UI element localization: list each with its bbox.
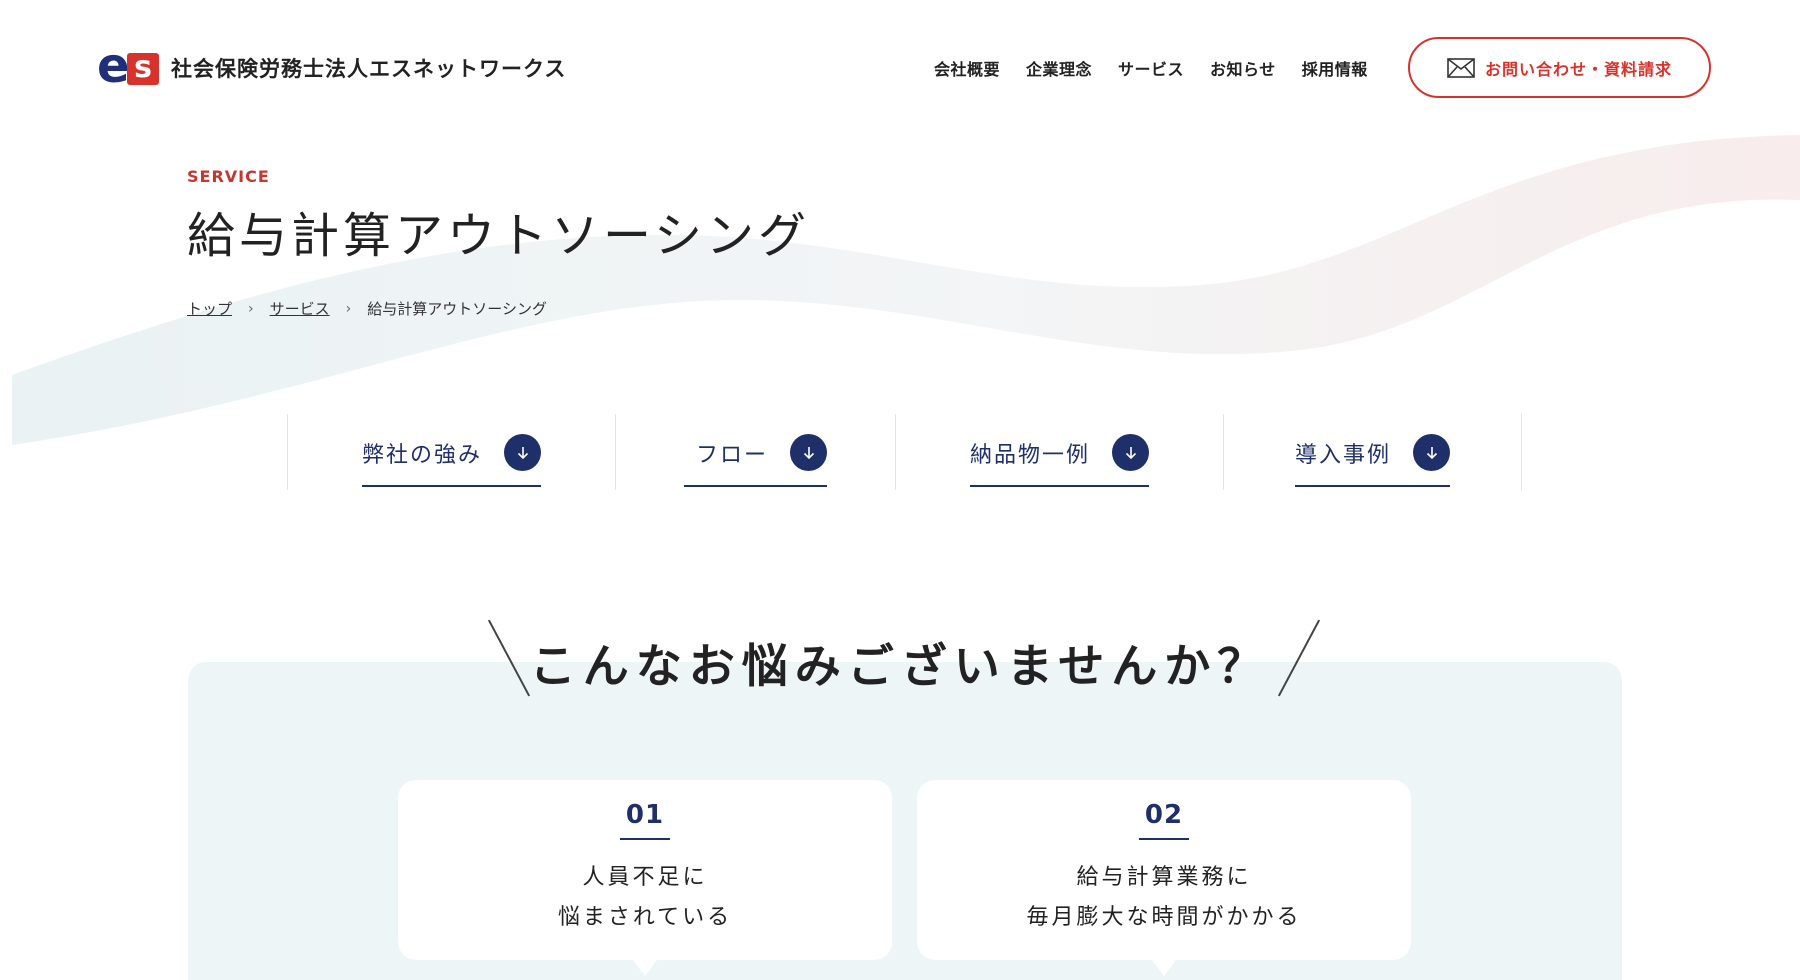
worry-card-line: 給与計算業務に xyxy=(1076,865,1252,890)
arrow-down-icon xyxy=(1413,434,1450,471)
nav-item-service[interactable]: サービス xyxy=(1118,56,1184,80)
contact-button[interactable]: お問い合わせ・資料請求 xyxy=(1408,37,1711,98)
worries-title: こんなお悩みございませんか？ xyxy=(529,639,1271,693)
worry-card-line: 毎月膨大な時間がかかる xyxy=(1026,905,1302,930)
logo-company-name: 社会保険労務士法人エスネットワークス xyxy=(171,57,567,81)
anchor-label: 納品物一例 xyxy=(969,442,1090,468)
site-logo[interactable]: e s 社会保険労務士法人エスネットワークス xyxy=(97,42,567,90)
worry-card-number: 01 xyxy=(619,800,671,840)
nav-item-recruit[interactable]: 採用情報 xyxy=(1302,56,1368,80)
worry-card: 01 人員不足に 悩まされている xyxy=(398,780,892,976)
logo-mark-s: s xyxy=(127,53,159,85)
worry-card-number: 02 xyxy=(1138,800,1190,840)
page-title: 給与計算アウトソーシング xyxy=(187,208,811,264)
nav-item-news[interactable]: お知らせ xyxy=(1210,56,1276,80)
worry-card-text: 人員不足に 悩まされている xyxy=(398,858,892,938)
worry-card-text: 給与計算業務に 毎月膨大な時間がかかる xyxy=(917,858,1411,938)
breadcrumb-service[interactable]: サービス xyxy=(270,298,330,319)
worry-card-line: 人員不足に xyxy=(582,865,708,890)
anchor-label: 導入事例 xyxy=(1294,442,1391,468)
anchor-link-cases[interactable]: 導入事例 xyxy=(1294,434,1450,487)
logo-mark: e s xyxy=(97,42,159,90)
anchor-cell-cases: 導入事例 xyxy=(1224,414,1522,490)
anchor-link-flow[interactable]: フロー xyxy=(683,434,827,487)
breadcrumb-current: 給与計算アウトソーシング xyxy=(367,300,547,318)
anchor-label: 弊社の強み xyxy=(361,442,482,468)
worry-card: 02 給与計算業務に 毎月膨大な時間がかかる xyxy=(917,780,1411,976)
arrow-down-icon xyxy=(504,434,541,471)
anchor-cell-flow: フロー xyxy=(616,414,896,490)
anchor-link-deliverables[interactable]: 納品物一例 xyxy=(969,434,1149,487)
logo-mark-e: e xyxy=(97,38,130,94)
breadcrumb-top[interactable]: トップ xyxy=(187,298,232,319)
contact-button-label: お問い合わせ・資料請求 xyxy=(1484,59,1672,79)
anchor-cell-strengths: 弊社の強み xyxy=(288,414,616,490)
worry-card-line: 悩まされている xyxy=(557,905,733,930)
arrow-down-icon xyxy=(790,434,827,471)
anchor-link-strengths[interactable]: 弊社の強み xyxy=(361,434,541,487)
chevron-right-icon: › xyxy=(345,300,352,317)
nav-item-philosophy[interactable]: 企業理念 xyxy=(1026,56,1092,80)
mail-icon xyxy=(1447,57,1475,78)
anchor-cell-deliverables: 納品物一例 xyxy=(896,414,1224,490)
chevron-right-icon: › xyxy=(248,300,254,317)
section-eyebrow: SERVICE xyxy=(187,167,270,186)
page-anchor-nav: 弊社の強み フロー 納品物一例 導入事例 xyxy=(287,414,1522,490)
anchor-label: フロー xyxy=(695,442,768,468)
breadcrumb: トップ › サービス › 給与計算アウトソーシング xyxy=(187,298,547,319)
global-nav: 会社概要 企業理念 サービス お知らせ 採用情報 xyxy=(934,56,1368,80)
arrow-down-icon xyxy=(1112,434,1149,471)
nav-item-company[interactable]: 会社概要 xyxy=(934,56,1000,80)
site-header: e s 社会保険労務士法人エスネットワークス 会社概要 企業理念 サービス お知… xyxy=(0,0,1800,140)
